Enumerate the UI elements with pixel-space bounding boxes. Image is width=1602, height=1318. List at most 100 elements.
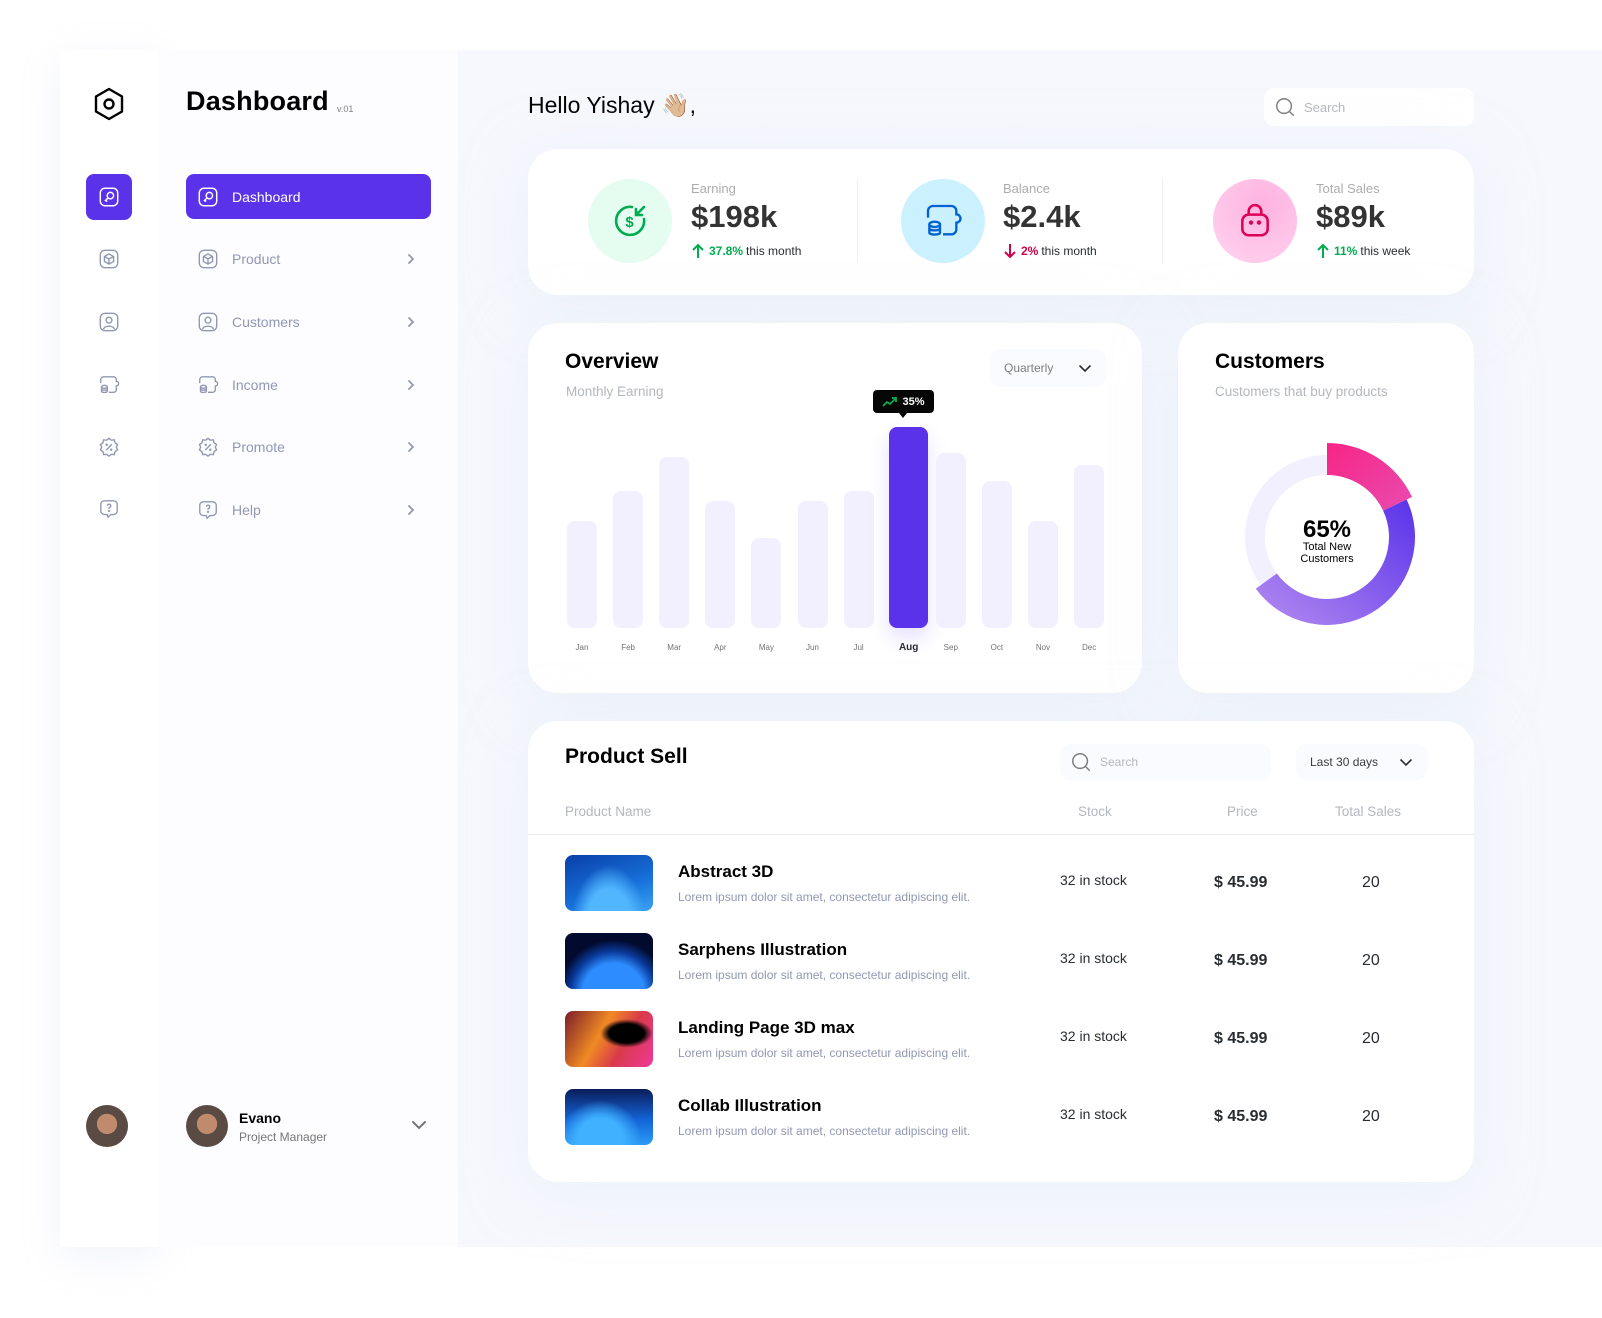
bar-oct[interactable]	[981, 481, 1012, 628]
message-question-icon	[100, 500, 118, 519]
column-header-stock[interactable]: Stock	[1078, 804, 1112, 819]
3d-cube-icon	[198, 249, 218, 268]
x-tick-label: Jul	[853, 643, 864, 652]
landing-page-thumbnail	[565, 1011, 653, 1067]
arrow-up-icon	[1317, 243, 1329, 258]
x-tick-label: Jun	[806, 643, 819, 652]
bar-sep[interactable]	[935, 453, 966, 628]
bar-may[interactable]	[751, 537, 782, 628]
discount-shape-icon	[99, 437, 119, 458]
customers-donut-chart: 65% Total New Customers	[1215, 425, 1439, 649]
search-icon	[1276, 98, 1294, 116]
nav-item-label: Help	[232, 501, 261, 518]
product-search-input[interactable]: Search	[1060, 744, 1271, 780]
bar-mar[interactable]	[659, 457, 690, 628]
nav-item-income[interactable]: Income	[186, 362, 431, 407]
column-header-price[interactable]: Price	[1227, 804, 1258, 819]
chevron-right-icon	[401, 379, 421, 391]
chevron-right-icon	[401, 504, 421, 516]
nav-item-promote[interactable]: Promote	[186, 424, 431, 469]
user-square-icon	[99, 312, 119, 332]
x-tick-label: Aug	[898, 642, 919, 653]
table-row[interactable]: Sarphens Illustration Lorem ipsum dolor …	[528, 933, 1474, 989]
range-dropdown[interactable]: Last 30 days	[1296, 744, 1427, 780]
header-search-input[interactable]: Search	[1264, 88, 1474, 126]
user-menu-chevron-down-icon[interactable]	[410, 1118, 428, 1136]
stat-value: $89k	[1316, 199, 1385, 234]
wallet-money-icon	[926, 204, 962, 236]
stat-value: $198k	[691, 199, 778, 234]
chart-tooltip: 35%	[873, 390, 934, 418]
nav-item-customers[interactable]: Customers	[186, 299, 431, 344]
period-dropdown[interactable]: Quarterly	[990, 349, 1106, 387]
bar-jan[interactable]	[567, 521, 597, 628]
chevron-down-icon	[1078, 364, 1092, 372]
donut-center-label-2: Customers	[1300, 553, 1354, 565]
stat-change: 37.8%	[709, 244, 744, 258]
table-row[interactable]: Abstract 3D Lorem ipsum dolor sit amet, …	[528, 855, 1474, 911]
bar-nov[interactable]	[1028, 521, 1058, 628]
bar-jul[interactable]	[843, 491, 874, 628]
wallet-money-icon	[100, 376, 120, 394]
column-header-total-sales[interactable]: Total Sales	[1335, 804, 1401, 819]
greeting: Hello Yishay 👋🏼,	[528, 92, 696, 118]
abstract-3d-thumbnail	[565, 855, 653, 911]
3d-cube-icon	[99, 249, 119, 269]
key-square-icon	[198, 187, 218, 206]
brand-title: Dashboard	[186, 86, 329, 116]
chevron-down-icon	[1399, 758, 1413, 766]
nav-item-help[interactable]: Help	[186, 487, 431, 532]
user-square-icon	[198, 312, 218, 331]
x-tick-label: May	[758, 643, 774, 652]
product-sell-title: Product Sell	[565, 745, 688, 768]
table-row[interactable]: Collab Illustration Lorem ipsum dolor si…	[528, 1089, 1474, 1145]
shopping-bag-icon	[1241, 203, 1269, 237]
dollar-receive-icon: $	[614, 205, 646, 237]
nav-item-label: Product	[232, 250, 281, 267]
column-header-product-name[interactable]: Product Name	[565, 804, 651, 819]
donut-center-value: 65%	[1303, 516, 1351, 543]
nav-item-dashboard[interactable]: Dashboard	[186, 174, 431, 219]
search-icon	[1072, 753, 1090, 771]
key-square-icon	[99, 187, 119, 207]
product-sell-card: Product Sell Search Last 30 days Product…	[528, 721, 1474, 1182]
logo-icon[interactable]	[93, 87, 125, 121]
waving-hand-emoji: 👋🏼	[660, 92, 690, 118]
icon-sidebar	[60, 50, 158, 1247]
bar-jun[interactable]	[797, 501, 828, 628]
stat-value: $2.4k	[1003, 199, 1081, 234]
x-tick-label: Feb	[621, 643, 635, 652]
strip-avatar[interactable]	[86, 1105, 128, 1147]
bar-dec[interactable]	[1074, 465, 1105, 628]
nav-item-product[interactable]: Product	[186, 236, 431, 281]
user-role: Project Manager	[239, 1130, 328, 1144]
nav-sidebar	[158, 50, 458, 1247]
strip-dashboard-button[interactable]	[86, 174, 132, 220]
earning-icon-circle: $	[588, 179, 672, 263]
bar-feb[interactable]	[613, 491, 644, 628]
strip-product-button[interactable]	[86, 236, 132, 282]
chevron-right-icon	[401, 316, 421, 328]
x-tick-label: Mar	[667, 643, 682, 652]
strip-income-button[interactable]	[86, 362, 132, 408]
collab-thumbnail	[565, 1089, 653, 1145]
x-tick-label: Sep	[943, 643, 958, 652]
bar-apr[interactable]	[705, 501, 736, 628]
strip-customers-button[interactable]	[86, 299, 132, 345]
nav-item-label: Dashboard	[232, 188, 301, 205]
strip-help-button[interactable]	[86, 486, 132, 532]
table-row[interactable]: Landing Page 3D max Lorem ipsum dolor si…	[528, 1011, 1474, 1067]
strip-promote-button[interactable]	[86, 424, 132, 470]
discount-shape-icon	[198, 436, 218, 457]
balance-icon-circle	[901, 179, 985, 263]
nav-item-label: Income	[232, 376, 278, 393]
nav-item-label: Promote	[232, 438, 285, 455]
user-avatar[interactable]	[186, 1105, 228, 1147]
stat-change: 11%	[1334, 244, 1358, 258]
message-question-icon	[199, 500, 217, 520]
chevron-right-icon	[401, 253, 421, 265]
x-tick-label: Nov	[1035, 643, 1051, 652]
bar-aug[interactable]	[889, 427, 929, 628]
x-tick-label: Apr	[714, 643, 727, 652]
arrow-up-icon	[692, 243, 704, 258]
